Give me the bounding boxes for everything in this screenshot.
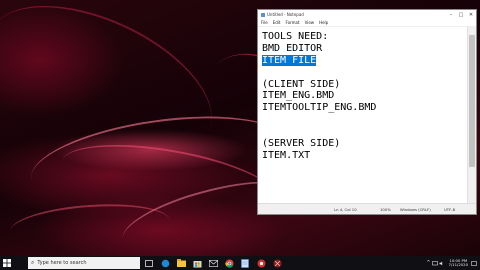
text-line	[262, 67, 467, 79]
notepad-window[interactable]: Untitled - Notepad – □ ✕ File Edit Forma…	[257, 9, 477, 215]
menu-help[interactable]: Help	[319, 20, 328, 25]
menu-bar: File Edit Format View Help	[258, 19, 476, 27]
text-line	[262, 114, 467, 126]
zoom-level: 100%	[380, 207, 391, 212]
search-placeholder: Type here to search	[37, 260, 87, 266]
notepad-taskbar-icon[interactable]	[238, 256, 252, 270]
taskbar: ⌕ Type here to search ^ 10:00 PM 7/11/20…	[0, 256, 480, 270]
minimize-button[interactable]: –	[446, 10, 456, 19]
search-box[interactable]: ⌕ Type here to search	[28, 257, 140, 269]
text-line: BMD EDITOR	[262, 42, 323, 54]
task-view-icon[interactable]	[142, 256, 156, 270]
scrollbar-thumb[interactable]	[469, 35, 475, 167]
clock-date: 7/11/2020	[448, 262, 468, 267]
record-app-icon[interactable]	[254, 256, 268, 270]
window-title: Untitled - Notepad	[267, 12, 304, 17]
menu-file[interactable]: File	[261, 20, 268, 25]
selected-text: ITEM FILE	[262, 54, 317, 66]
volume-icon[interactable]	[439, 256, 446, 270]
maximize-button[interactable]: □	[456, 10, 466, 19]
menu-format[interactable]: Format	[285, 20, 299, 25]
status-bar: Ln 4, Col 10 100% Windows (CRLF) UTF-8	[258, 203, 476, 214]
text-line-selected: ITEM FILE	[262, 54, 467, 67]
text-line	[262, 126, 467, 138]
encoding: UTF-8	[444, 207, 456, 212]
text-line: ITEM_ENG.BMD	[262, 90, 335, 102]
text-line: ITEMTOOLTIP_ENG.BMD	[262, 102, 377, 114]
edge-icon[interactable]	[158, 256, 172, 270]
chrome-icon[interactable]	[222, 256, 236, 270]
start-button[interactable]	[0, 256, 14, 270]
network-icon[interactable]	[432, 256, 439, 270]
line-ending: Windows (CRLF)	[400, 207, 431, 212]
windows-icon	[3, 259, 11, 267]
text-line: (SERVER SIDE)	[262, 138, 341, 150]
clock[interactable]: 10:00 PM 7/11/2020	[448, 258, 468, 268]
file-explorer-icon[interactable]	[174, 256, 188, 270]
vertical-scrollbar[interactable]	[467, 27, 476, 203]
text-line: ITEM.TXT	[262, 149, 311, 161]
store-icon[interactable]	[190, 256, 204, 270]
text-editor[interactable]: TOOLS NEED: BMD EDITOR ITEM FILE (CLIENT…	[258, 27, 467, 203]
search-icon: ⌕	[31, 259, 35, 266]
cursor-position: Ln 4, Col 10	[334, 207, 357, 212]
notepad-icon	[261, 12, 265, 17]
system-tray: ^ 10:00 PM 7/11/2020	[426, 256, 478, 270]
text-line: (CLIENT SIDE)	[262, 78, 341, 90]
menu-view[interactable]: View	[305, 20, 315, 25]
menu-edit[interactable]: Edit	[273, 20, 281, 25]
text-line: TOOLS NEED:	[262, 31, 329, 42]
app-icon[interactable]	[270, 256, 284, 270]
notifications-icon[interactable]	[470, 256, 478, 270]
mail-icon[interactable]	[206, 256, 220, 270]
close-button[interactable]: ✕	[466, 10, 476, 19]
title-bar[interactable]: Untitled - Notepad – □ ✕	[258, 10, 476, 19]
